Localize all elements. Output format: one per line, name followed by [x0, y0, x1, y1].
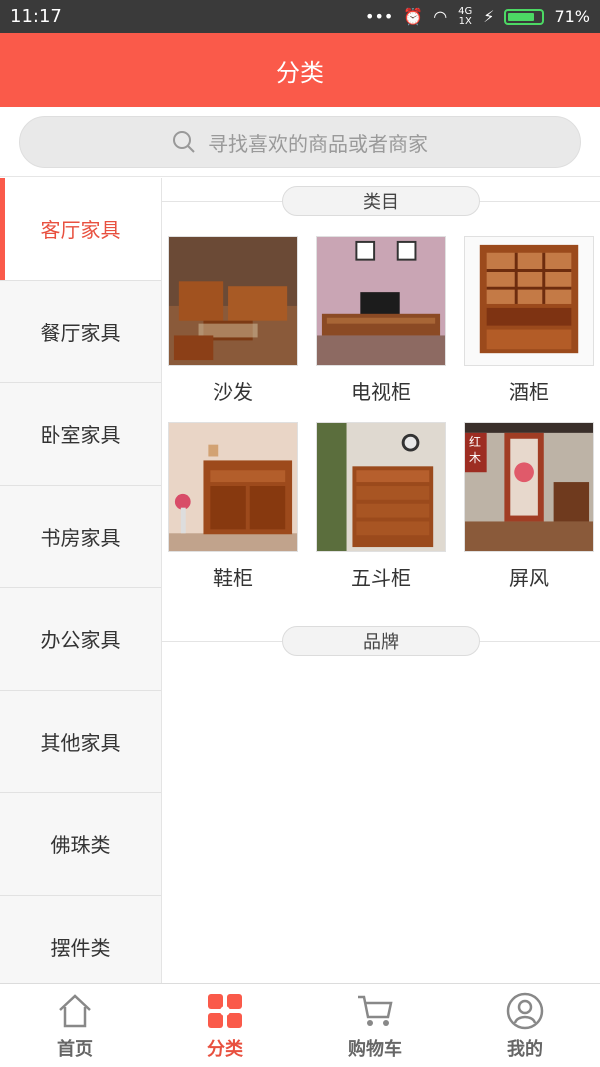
sidebar-item-label: 办公家具 [40, 628, 121, 653]
product-label: 五斗柜 [351, 566, 411, 590]
wifi-icon: ◠ [433, 7, 448, 26]
battery-percent: 71% [554, 7, 590, 26]
home-icon [59, 993, 91, 1027]
sidebar-item-beads[interactable]: 佛珠类 [0, 793, 161, 896]
chest-of-drawers-image [316, 422, 446, 552]
tab-label: 我的 [507, 1038, 543, 1060]
screen-overlay-text-2: 木 [469, 451, 482, 465]
notification-dots-icon: ••• [365, 7, 394, 26]
tab-label: 购物车 [348, 1038, 402, 1060]
wine-cabinet-image [464, 236, 594, 366]
tv-cabinet-image [316, 236, 446, 366]
product-card-chest-of-drawers[interactable]: 五斗柜 [316, 422, 446, 590]
search-area: 寻找喜欢的商品或者商家 [0, 107, 600, 177]
category-section-header: 类目 [162, 178, 600, 226]
sidebar-item-other[interactable]: 其他家具 [0, 691, 161, 793]
product-label: 沙发 [213, 380, 253, 404]
sidebar-item-study[interactable]: 书房家具 [0, 486, 161, 588]
tab-home[interactable]: 首页 [0, 984, 150, 1067]
search-placeholder: 寻找喜欢的商品或者商家 [208, 131, 428, 156]
search-input[interactable]: 寻找喜欢的商品或者商家 [19, 116, 581, 168]
sidebar-item-label: 餐厅家具 [40, 320, 121, 345]
sidebar-item-label: 卧室家具 [40, 423, 121, 448]
shoe-cabinet-image [168, 422, 298, 552]
sidebar-item-label: 佛珠类 [50, 833, 111, 858]
charging-icon: ⚡ [483, 7, 495, 26]
sidebar-item-living-room[interactable]: 客厅家具 [0, 178, 161, 281]
brand-section-header: 品牌 [162, 618, 600, 666]
category-section-title: 类目 [282, 186, 480, 216]
category-icon [208, 993, 242, 1028]
product-label: 酒柜 [509, 380, 549, 404]
product-card-wine-cabinet[interactable]: 酒柜 [464, 236, 594, 404]
tab-category[interactable]: 分类 [150, 984, 300, 1067]
page-title: 分类 [276, 58, 324, 87]
screen-overlay-text-1: 红 [469, 435, 482, 449]
product-label: 鞋柜 [213, 566, 253, 590]
category-content: 类目 沙发 电视柜 酒柜 鞋柜 五斗柜 红 木 屏风 品牌 [162, 178, 600, 983]
tab-label: 首页 [57, 1038, 93, 1060]
sidebar-item-dining-room[interactable]: 餐厅家具 [0, 281, 161, 383]
alarm-icon: ⏰ [403, 7, 424, 26]
product-card-tv-cabinet[interactable]: 电视柜 [316, 236, 446, 404]
bottom-tab-bar: 首页 分类 购物车 我的 [0, 983, 600, 1067]
status-time: 11:17 [10, 6, 62, 27]
product-label: 电视柜 [351, 380, 411, 404]
sidebar-item-label: 其他家具 [40, 730, 121, 755]
network-label: 4G 1X [458, 5, 473, 27]
sidebar-item-office[interactable]: 办公家具 [0, 588, 161, 691]
product-grid: 沙发 电视柜 酒柜 鞋柜 五斗柜 红 木 屏风 [162, 226, 600, 590]
screen-image: 红 木 [464, 422, 594, 552]
sidebar-item-label: 客厅家具 [40, 218, 121, 243]
page-header: 分类 [0, 33, 600, 107]
sidebar-item-label: 摆件类 [50, 935, 111, 960]
tab-cart[interactable]: 购物车 [300, 984, 450, 1067]
sidebar-item-bedroom[interactable]: 卧室家具 [0, 383, 161, 486]
product-card-shoe-cabinet[interactable]: 鞋柜 [168, 422, 298, 590]
status-bar: 11:17 ••• ⏰ ◠ 4G 1X ⚡ 71% [0, 0, 600, 33]
tab-label: 分类 [207, 1038, 243, 1060]
category-sidebar: 客厅家具 餐厅家具 卧室家具 书房家具 办公家具 其他家具 佛珠类 摆件类 [0, 178, 162, 998]
brand-section-title: 品牌 [282, 626, 480, 656]
product-card-sofa[interactable]: 沙发 [168, 236, 298, 404]
sidebar-item-label: 书房家具 [40, 525, 121, 550]
tab-profile[interactable]: 我的 [450, 984, 600, 1067]
battery-icon [504, 8, 545, 25]
product-card-screen[interactable]: 红 木 屏风 [464, 422, 594, 590]
profile-icon [506, 992, 544, 1029]
cart-icon [358, 995, 393, 1026]
search-icon [173, 131, 195, 153]
product-label: 屏风 [509, 566, 549, 590]
sofa-image [168, 236, 298, 366]
